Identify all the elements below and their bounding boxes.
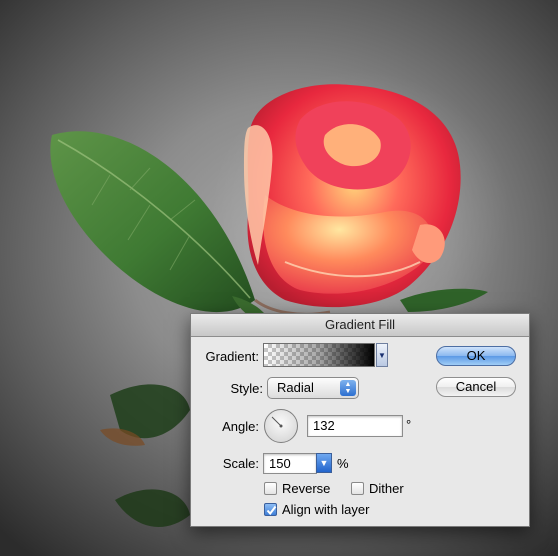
angle-label: Angle: [222,419,259,434]
angle-wheel[interactable] [264,409,298,443]
angle-unit: ° [406,417,412,432]
style-select[interactable]: Radial ▲ ▼ [267,377,359,399]
dither-label: Dither [369,481,404,496]
gradient-swatch[interactable] [263,343,375,367]
gradient-fill-dialog: Gradient Fill Gradient: ▼ Style: Radial … [190,313,530,527]
angle-input[interactable]: 132 [307,415,403,437]
angle-needle-icon [271,416,283,428]
gradient-label: Gradient: [205,349,259,364]
dither-checkbox[interactable] [351,482,364,495]
reverse-label: Reverse [282,481,331,496]
style-label: Style: [230,381,263,396]
style-value: Radial [277,380,314,395]
align-with-layer-checkbox[interactable] [264,503,277,516]
align-with-layer-label: Align with layer [282,502,370,517]
checkmark-icon [266,505,277,516]
ok-button[interactable]: OK [436,346,516,366]
scale-dropdown-arrow[interactable]: ▼ [316,453,332,473]
reverse-checkbox[interactable] [264,482,277,495]
cancel-button[interactable]: Cancel [436,377,516,397]
dialog-title[interactable]: Gradient Fill [191,314,529,337]
scale-input[interactable]: 150 [263,453,317,474]
style-stepper-icon: ▲ ▼ [340,380,356,396]
scale-unit: % [337,456,349,471]
gradient-dropdown-arrow[interactable]: ▼ [376,343,388,367]
scale-label: Scale: [222,456,259,471]
